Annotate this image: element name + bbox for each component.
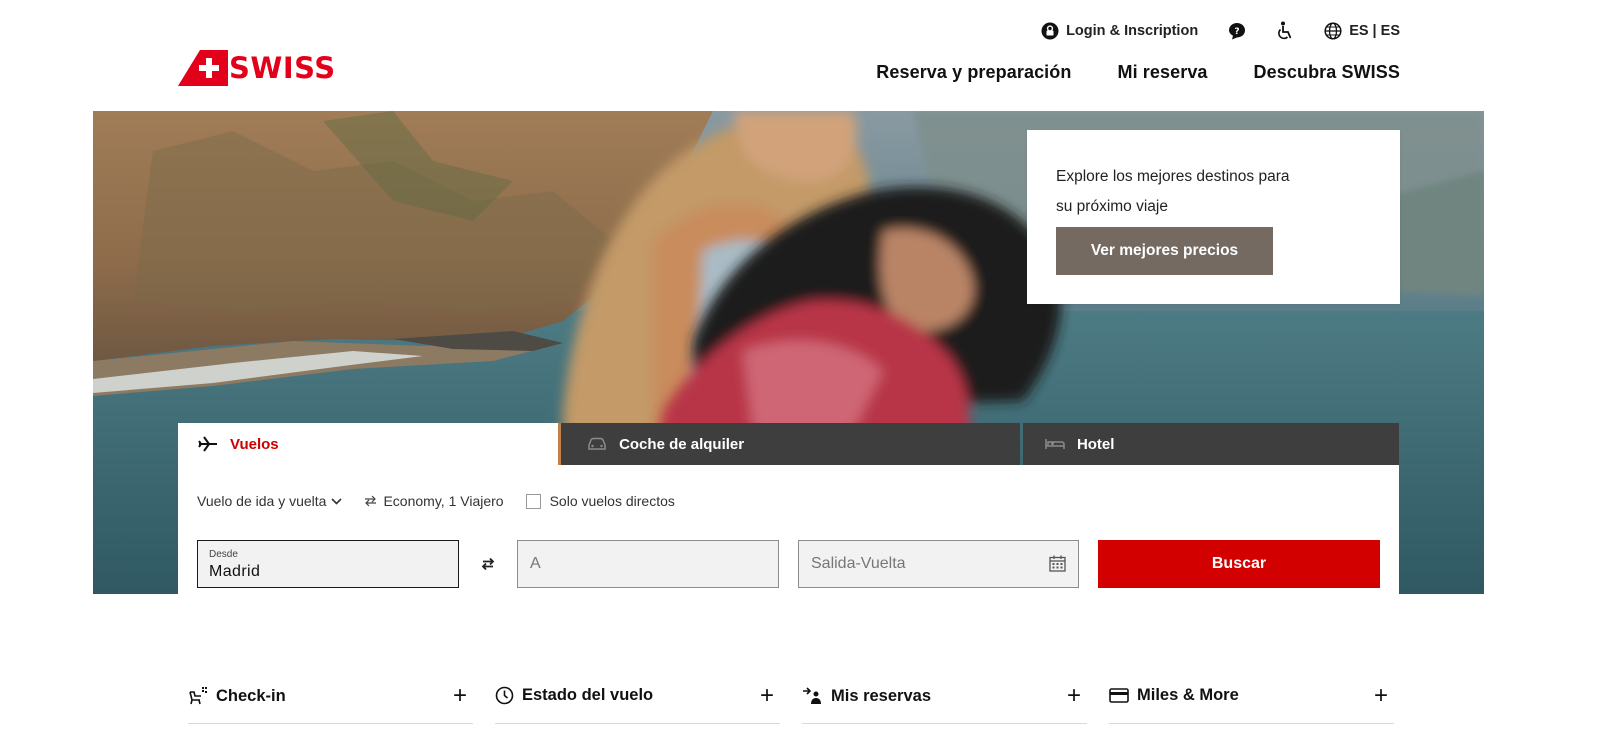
calendar-icon: [1049, 555, 1066, 572]
help-chat-button[interactable]: ?: [1228, 22, 1246, 40]
quick-link-flight-status[interactable]: Estado del vuelo +: [495, 682, 780, 724]
nav-reserva-preparacion[interactable]: Reserva y preparación: [876, 62, 1071, 83]
origin-field-label: Desde: [209, 549, 238, 560]
direct-flights-check[interactable]: [525, 493, 541, 509]
card-icon: [1109, 688, 1129, 703]
swap-arrows-icon: [365, 495, 377, 507]
trip-type-label: Vuelo de ida y vuelta: [197, 493, 327, 509]
booking-tabs: Vuelos Coche de alquiler Hotel: [178, 423, 1400, 465]
tab-hotel[interactable]: Hotel: [1022, 423, 1400, 465]
origin-field-value: Madrid: [209, 563, 261, 580]
cabin-travellers-selector[interactable]: Economy, 1 Viajero: [364, 493, 504, 509]
destination-field[interactable]: A: [517, 540, 779, 588]
chat-help-icon: ?: [1229, 23, 1246, 40]
tab-vuelos-label: Vuelos: [230, 435, 279, 453]
swiss-flag-logo-icon: [178, 50, 228, 86]
origin-field[interactable]: Desde Madrid: [197, 540, 459, 588]
plus-icon: +: [452, 682, 467, 709]
tab-hotel-label: Hotel: [1076, 435, 1115, 453]
plane-icon: [198, 436, 217, 452]
quick-link-my-bookings-label: Mis reservas: [831, 686, 931, 705]
quick-link-checkin-label: Check-in: [216, 686, 286, 705]
accessibility-icon: [1278, 21, 1292, 40]
search-button[interactable]: Buscar: [1098, 540, 1380, 588]
quick-link-checkin[interactable]: Check-in +: [188, 682, 473, 724]
language-label: ES | ES: [1349, 23, 1400, 39]
car-icon: [588, 437, 606, 450]
plus-icon: +: [1066, 682, 1081, 709]
nav-descubra-swiss[interactable]: Descubra SWISS: [1254, 62, 1400, 83]
plus-icon: +: [1373, 682, 1388, 709]
destination-placeholder: A: [530, 555, 541, 572]
checkin-icon: [189, 687, 207, 705]
dates-field[interactable]: Salida-Vuelta: [798, 540, 1079, 588]
clock-icon: [495, 686, 514, 705]
dates-placeholder: Salida-Vuelta: [811, 555, 906, 572]
promo-text: Explore los mejores destinos para su pró…: [1056, 168, 1290, 215]
tab-vuelos[interactable]: Vuelos: [178, 423, 562, 465]
cabin-travellers-label: Economy, 1 Viajero: [383, 493, 504, 509]
search-options: Vuelo de ida y vuelta Economy, 1 Viajero…: [197, 493, 697, 509]
main-nav: Reserva y preparación Mi reserva Descubr…: [876, 62, 1400, 83]
quick-link-my-bookings[interactable]: Mis reservas +: [802, 682, 1087, 724]
quick-links: Check-in + Estado del vuelo + Mis reserv…: [188, 682, 1395, 724]
booking-person-icon: [803, 687, 821, 704]
bed-icon: [1045, 439, 1065, 449]
chevron-down-icon: [331, 497, 343, 505]
plus-icon: +: [759, 682, 774, 709]
trip-type-dropdown[interactable]: Vuelo de ida y vuelta: [197, 493, 343, 509]
user-lock-icon: [1041, 22, 1059, 40]
language-selector[interactable]: ES | ES: [1324, 22, 1400, 40]
quick-link-flight-status-label: Estado del vuelo: [522, 686, 654, 704]
utility-nav: Login & Inscription ? ES | ES: [1041, 20, 1400, 42]
swap-route-icon[interactable]: [481, 557, 495, 571]
swiss-logo-text: SWISS: [229, 51, 336, 85]
best-prices-button[interactable]: Ver mejores precios: [1056, 227, 1273, 275]
flight-search-panel: Vuelo de ida y vuelta Economy, 1 Viajero…: [178, 465, 1399, 615]
login-label: Login & Inscription: [1066, 23, 1199, 39]
direct-flights-checkbox[interactable]: Solo vuelos directos: [525, 493, 675, 509]
tab-coche-alquiler[interactable]: Coche de alquiler: [561, 423, 1020, 465]
accessibility-button[interactable]: [1276, 21, 1294, 41]
promo-card: Explore los mejores destinos para su pró…: [1027, 130, 1400, 304]
tab-coche-label: Coche de alquiler: [619, 435, 745, 453]
quick-link-miles-more[interactable]: Miles & More +: [1109, 682, 1394, 724]
direct-flights-label: Solo vuelos directos: [549, 493, 675, 509]
globe-icon: [1324, 22, 1342, 40]
nav-mi-reserva[interactable]: Mi reserva: [1117, 62, 1207, 83]
swiss-logo[interactable]: SWISS: [178, 50, 336, 86]
quick-link-miles-more-label: Miles & More: [1137, 686, 1239, 704]
login-link[interactable]: Login & Inscription: [1041, 22, 1198, 40]
svg-text:?: ?: [1235, 27, 1240, 37]
